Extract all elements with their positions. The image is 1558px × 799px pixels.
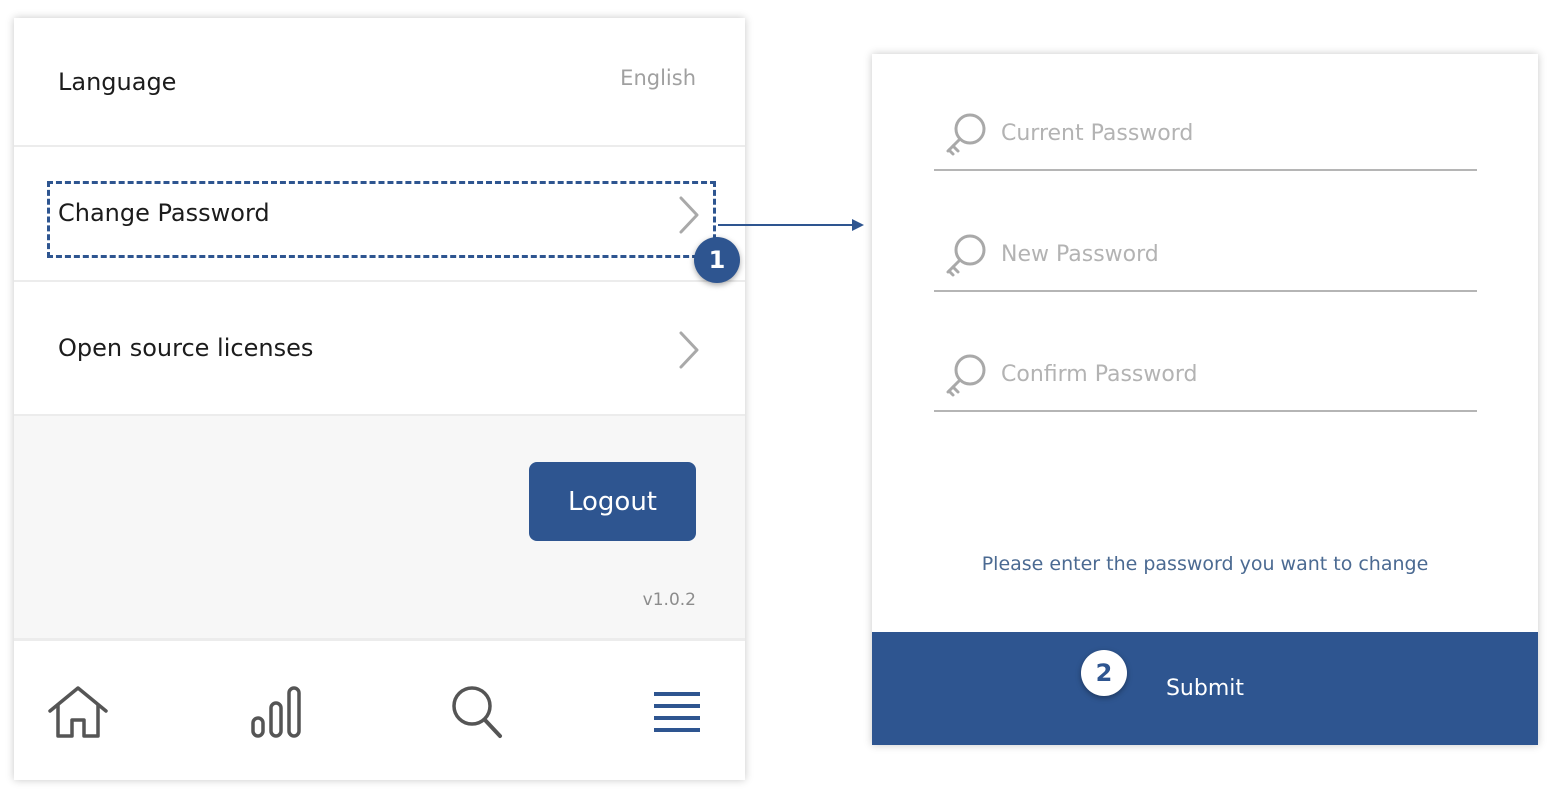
callout-highlight-change-password	[47, 181, 716, 258]
app-version: v1.0.2	[642, 590, 696, 610]
password-hint-text: Please enter the password you want to ch…	[981, 553, 1429, 575]
home-icon[interactable]	[46, 684, 110, 740]
new-password-input[interactable]	[1001, 234, 1451, 274]
submit-button[interactable]: 2 Submit	[872, 632, 1538, 745]
step-badge-1: 1	[694, 237, 740, 283]
search-icon[interactable]	[450, 684, 506, 742]
chevron-right-icon	[679, 331, 699, 369]
bottom-tab-bar	[14, 644, 745, 780]
account-footer: Logout v1.0.2	[14, 416, 745, 641]
language-row[interactable]: Language English	[14, 18, 745, 147]
confirm-password-input[interactable]	[1001, 354, 1451, 394]
key-icon	[946, 113, 986, 156]
licenses-label: Open source licenses	[58, 334, 314, 362]
logout-button[interactable]: Logout	[529, 462, 696, 541]
settings-screen: Language English Change Password Open so…	[14, 18, 745, 780]
change-password-screen: Please enter the password you want to ch…	[872, 54, 1538, 745]
current-password-input[interactable]	[1001, 113, 1451, 153]
new-password-field[interactable]	[934, 232, 1477, 292]
submit-label: Submit	[1165, 676, 1245, 701]
bar-chart-icon[interactable]	[250, 684, 304, 740]
language-value[interactable]: English	[620, 66, 696, 90]
key-icon	[946, 234, 986, 277]
step-badge-2: 2	[1081, 650, 1127, 696]
arrow-connector-icon	[718, 219, 864, 231]
confirm-password-field[interactable]	[934, 352, 1477, 412]
current-password-field[interactable]	[934, 111, 1477, 171]
open-source-licenses-row[interactable]: Open source licenses	[14, 282, 745, 416]
menu-icon[interactable]	[652, 690, 702, 734]
key-icon	[946, 354, 986, 397]
language-label: Language	[58, 68, 177, 96]
